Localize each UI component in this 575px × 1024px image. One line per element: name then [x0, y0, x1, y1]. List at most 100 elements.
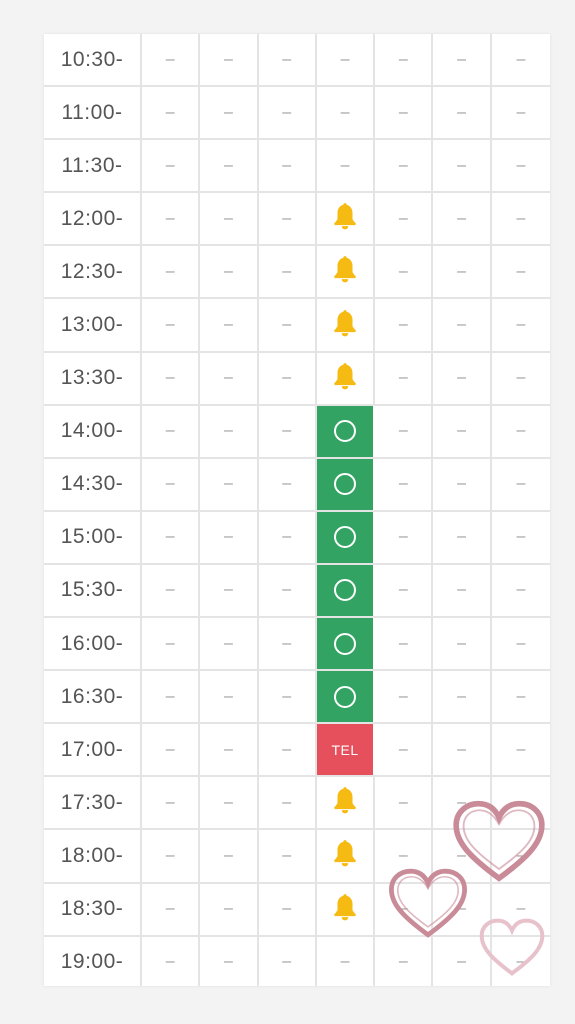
slot-unavailable: –	[375, 299, 434, 351]
slot-unavailable: –	[142, 352, 201, 404]
circle-icon	[334, 632, 357, 655]
dash-mark: –	[223, 900, 233, 918]
slot-waitlist[interactable]	[317, 830, 376, 882]
slot-unavailable: –	[375, 671, 434, 723]
slot-unavailable: –	[375, 352, 434, 404]
slot-unavailable: –	[200, 458, 259, 510]
dash-mark: –	[516, 740, 526, 758]
slot-unavailable: –	[375, 193, 434, 245]
slot-unavailable: –	[492, 459, 550, 510]
slot-available[interactable]	[316, 618, 376, 670]
slot-unavailable: –	[200, 246, 259, 298]
slot-unavailable: –	[142, 618, 201, 670]
dash-mark: –	[282, 262, 292, 280]
dash-mark: –	[516, 793, 526, 811]
table-row: 11:00- – – – – – – –	[44, 87, 550, 141]
dash-mark: –	[340, 103, 350, 121]
dash-mark: –	[516, 475, 526, 493]
dash-mark: –	[223, 953, 233, 971]
dash-mark: –	[457, 846, 467, 864]
slot-tel[interactable]: TEL	[316, 724, 376, 776]
slot-unavailable: –	[433, 724, 492, 776]
dash-mark: –	[165, 793, 175, 811]
schedule-grid: 10:30- – – – – – – –11:00- – – – – – – –11:30- – – – – – – –1…	[44, 34, 550, 986]
slot-waitlist[interactable]	[317, 299, 376, 351]
slot-waitlist[interactable]	[317, 246, 376, 298]
slot-unavailable: –	[375, 936, 434, 986]
slot-unavailable: –	[492, 671, 550, 722]
dash-mark: –	[282, 900, 292, 918]
dash-mark: –	[457, 953, 467, 971]
slot-unavailable: –	[375, 140, 434, 192]
dash-mark: –	[457, 262, 467, 280]
circle-icon	[334, 685, 357, 708]
dash-mark: –	[282, 103, 292, 121]
slot-waitlist[interactable]	[317, 193, 376, 245]
bell-icon	[332, 308, 358, 343]
slot-unavailable: –	[200, 299, 259, 351]
slot-unavailable: –	[200, 34, 259, 86]
time-label: 13:30-	[44, 352, 142, 404]
slot-unavailable: –	[259, 299, 317, 351]
slot-unavailable: –	[492, 406, 550, 457]
slot-available[interactable]	[316, 511, 376, 563]
time-label: 15:00-	[44, 511, 142, 563]
slot-unavailable: –	[375, 618, 434, 670]
slot-available[interactable]	[316, 458, 376, 510]
bell-icon	[332, 785, 358, 820]
dash-mark: –	[165, 528, 175, 546]
dash-mark: –	[165, 103, 175, 121]
slot-unavailable: –	[200, 87, 259, 139]
slot-available[interactable]	[316, 405, 376, 457]
time-label: 11:30-	[44, 140, 142, 192]
dash-mark: –	[398, 209, 408, 227]
slot-unavailable: –	[492, 353, 550, 404]
slot-unavailable: –	[433, 671, 492, 723]
slot-unavailable: –	[259, 511, 317, 563]
time-label: 10:30-	[44, 34, 142, 86]
time-label: 12:00-	[44, 193, 142, 245]
dash-mark: –	[516, 156, 526, 174]
slot-available[interactable]	[316, 564, 376, 617]
slot-unavailable: –	[492, 87, 550, 138]
slot-unavailable: –	[142, 34, 201, 86]
dash-mark: –	[516, 900, 526, 918]
slot-waitlist[interactable]	[317, 352, 376, 404]
dash-mark: –	[165, 740, 175, 758]
time-label: 15:30-	[44, 564, 142, 617]
slot-unavailable: –	[375, 883, 434, 935]
slot-unavailable: –	[433, 618, 492, 670]
dash-mark: –	[457, 369, 467, 387]
slot-unavailable: –	[259, 777, 317, 829]
time-label: 19:00-	[44, 936, 142, 986]
dash-mark: –	[457, 793, 467, 811]
dash-mark: –	[398, 156, 408, 174]
dash-mark: –	[516, 634, 526, 652]
slot-unavailable: –	[317, 34, 376, 86]
dash-mark: –	[282, 953, 292, 971]
time-label: 17:30-	[44, 777, 142, 829]
slot-unavailable: –	[142, 511, 201, 563]
slot-unavailable: –	[375, 87, 434, 139]
circle-icon	[334, 420, 357, 443]
dash-mark: –	[457, 528, 467, 546]
slot-unavailable: –	[259, 830, 317, 882]
slot-unavailable: –	[200, 405, 259, 457]
slot-unavailable: –	[200, 140, 259, 192]
dash-mark: –	[282, 156, 292, 174]
dash-mark: –	[457, 900, 467, 918]
dash-mark: –	[223, 475, 233, 493]
slot-waitlist[interactable]	[317, 777, 376, 829]
dash-mark: –	[398, 581, 408, 599]
slot-waitlist[interactable]	[317, 883, 376, 935]
dash-mark: –	[223, 687, 233, 705]
slot-unavailable: –	[433, 936, 492, 986]
dash-mark: –	[457, 50, 467, 68]
dash-mark: –	[340, 50, 350, 68]
dash-mark: –	[398, 528, 408, 546]
dash-mark: –	[223, 103, 233, 121]
slot-available[interactable]	[316, 671, 376, 723]
dash-mark: –	[398, 316, 408, 334]
dash-mark: –	[223, 209, 233, 227]
dash-mark: –	[282, 316, 292, 334]
